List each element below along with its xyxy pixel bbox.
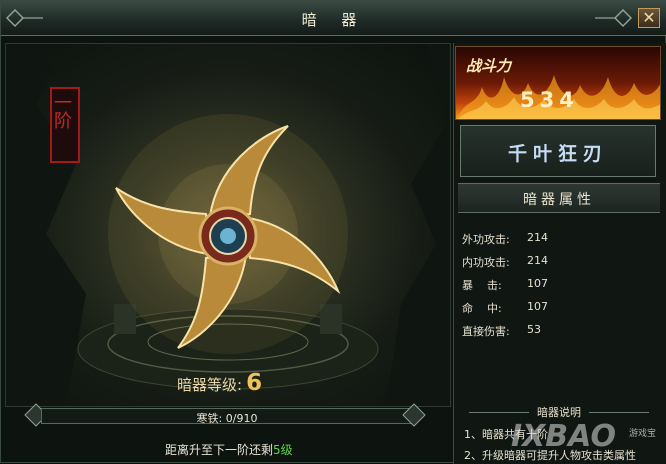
stat-row: 直接伤害: 53 <box>462 319 652 341</box>
stat-row: 命 中: 107 <box>462 296 652 318</box>
attributes-header-label: 暗器属性 <box>523 192 595 208</box>
stat-label: 命 中: <box>462 302 502 315</box>
attributes-header: 暗器属性 <box>458 183 660 213</box>
stat-row: 内功攻击: 214 <box>462 250 652 272</box>
tier-seal: 一阶 <box>50 87 80 163</box>
stat-label: 内功攻击: <box>462 256 510 269</box>
combat-power-value: 534 <box>520 88 579 112</box>
exp-progress-text: 寒铁: 0/910 <box>196 412 258 425</box>
exp-progress-bar: 寒铁: 0/910 <box>41 408 413 425</box>
stat-label: 暴 击: <box>462 279 502 292</box>
stat-value: 214 <box>527 254 548 267</box>
stat-value: 214 <box>527 231 548 244</box>
window-title: 暗 器 <box>301 11 367 29</box>
weapon-name-plate: 千叶狂刃 <box>460 125 656 177</box>
progress-ornament-right <box>402 403 426 427</box>
stat-label: 外功攻击: <box>462 233 510 246</box>
levels-remaining-prefix: 距离升至下一阶还剩 <box>165 443 274 457</box>
stat-row: 外功攻击: 214 <box>462 227 652 249</box>
weapon-level-label: 暗器等级: <box>177 376 243 394</box>
combat-power-box: 战斗力 534 <box>455 46 661 120</box>
weapon-level-value: 6 <box>246 370 263 396</box>
watermark-logo: IXBAO <box>511 419 616 454</box>
dark-weapon-window: 暗 器 ✕ 一阶 暗器等级: 6 寒铁: 0/910 距离升至下一阶还剩5级 战… <box>0 0 666 464</box>
title-bar: 暗 器 ✕ <box>1 1 666 36</box>
title-ornament-right <box>595 8 633 28</box>
watermark-subtext: 游戏宝 <box>629 429 657 439</box>
stat-value: 53 <box>527 323 541 336</box>
tier-label: 一阶 <box>51 93 72 129</box>
levels-remaining: 距离升至下一阶还剩5级 <box>165 441 385 458</box>
stat-label: 直接伤害: <box>462 325 510 338</box>
weapon-name: 千叶狂刃 <box>507 143 608 165</box>
levels-remaining-value: 5级 <box>273 443 293 457</box>
close-button[interactable]: ✕ <box>638 8 660 28</box>
stat-row: 暴 击: 107 <box>462 273 652 295</box>
combat-power-label: 战斗力 <box>466 57 512 75</box>
stat-value: 107 <box>527 277 548 290</box>
divider <box>589 412 649 413</box>
weapon-level: 暗器等级: 6 <box>177 370 357 396</box>
stat-value: 107 <box>527 300 548 313</box>
